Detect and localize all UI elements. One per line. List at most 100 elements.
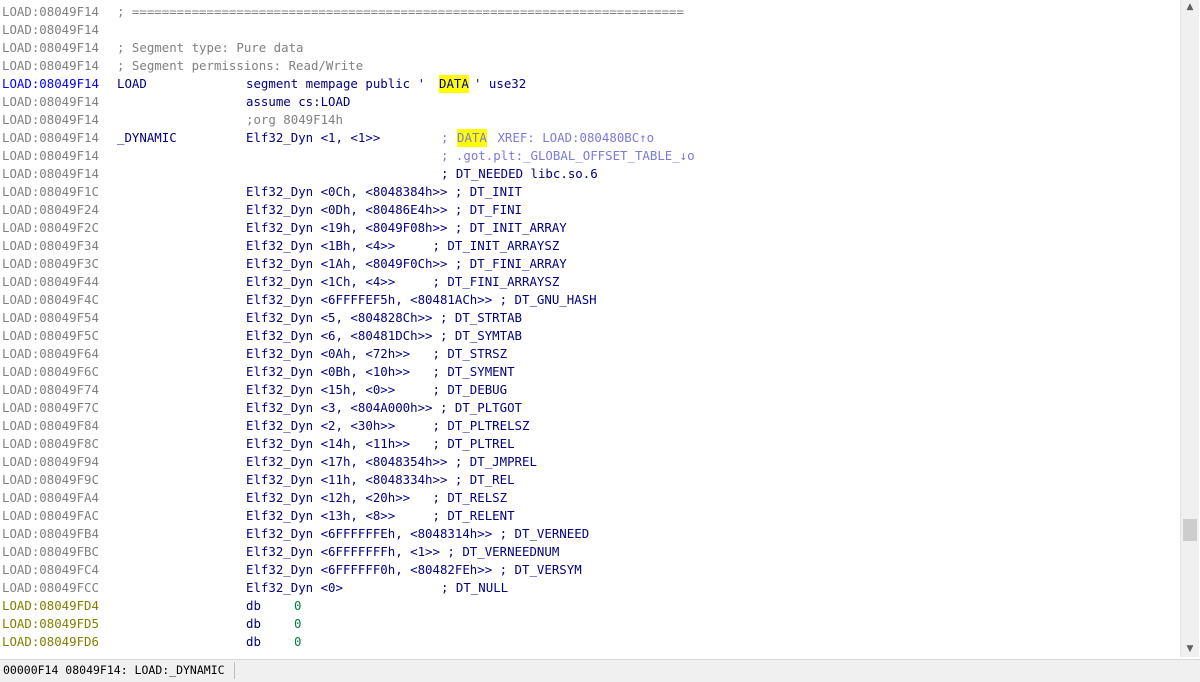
line-address[interactable]: LOAD:08049FD4: [2, 597, 99, 615]
line-token[interactable]: Elf32_Dyn <2, <30h>> ; DT_PLTRELSZ: [246, 417, 529, 435]
line-address[interactable]: LOAD:08049FCC: [2, 579, 99, 597]
line-address[interactable]: LOAD:08049F1C: [2, 183, 99, 201]
line-token[interactable]: Elf32_Dyn <3, <804A000h>> ; DT_PLTGOT: [246, 399, 522, 417]
line-address[interactable]: LOAD:08049FA4: [2, 489, 99, 507]
line-address[interactable]: LOAD:08049F14: [2, 93, 99, 111]
line-token[interactable]: _DYNAMIC: [117, 129, 177, 147]
line-token[interactable]: 0: [294, 633, 301, 651]
listing-line[interactable]: LOAD:08049F5C Elf32_Dyn <6, <80481DCh>> ;…: [1, 327, 1177, 345]
line-token[interactable]: Elf32_Dyn <14h, <11h>> ; DT_PLTREL: [246, 435, 515, 453]
line-token[interactable]: Elf32_Dyn <1, <1>>: [246, 129, 380, 147]
line-token[interactable]: 0: [294, 615, 301, 633]
listing-line[interactable]: LOAD:08049F14: [1, 21, 1177, 39]
scroll-down-icon[interactable]: ▼: [1181, 642, 1199, 656]
line-token[interactable]: Elf32_Dyn <19h, <8049F08h>> ; DT_INIT_AR…: [246, 219, 567, 237]
line-address[interactable]: LOAD:08049FD5: [2, 615, 99, 633]
line-address[interactable]: LOAD:08049FAC: [2, 507, 99, 525]
listing-line[interactable]: LOAD:08049FD6 db 0: [1, 633, 1177, 651]
line-token[interactable]: Elf32_Dyn <6FFFFFFEh, <8048314h>> ; DT_V…: [246, 525, 589, 543]
line-address[interactable]: LOAD:08049F24: [2, 201, 99, 219]
line-address[interactable]: LOAD:08049F84: [2, 417, 99, 435]
line-address[interactable]: LOAD:08049F14: [2, 111, 99, 129]
line-address[interactable]: LOAD:08049F14: [2, 147, 99, 165]
line-address[interactable]: LOAD:08049F34: [2, 237, 99, 255]
listing-line[interactable]: LOAD:08049F34 Elf32_Dyn <1Bh, <4>> ; DT_I…: [1, 237, 1177, 255]
listing-line[interactable]: LOAD:08049F2C Elf32_Dyn <19h, <8049F08h>>…: [1, 219, 1177, 237]
scrollbar-thumb[interactable]: [1183, 519, 1197, 541]
line-address[interactable]: LOAD:08049F14: [2, 39, 99, 57]
listing-line[interactable]: LOAD:08049F84 Elf32_Dyn <2, <30h>> ; DT_P…: [1, 417, 1177, 435]
line-token[interactable]: segment mempage public ': [246, 75, 425, 93]
scroll-up-icon[interactable]: ▲: [1181, 0, 1199, 14]
line-token[interactable]: ' use32: [474, 75, 526, 93]
listing-line[interactable]: LOAD:08049FD4 db 0: [1, 597, 1177, 615]
line-token[interactable]: Elf32_Dyn <15h, <0>> ; DT_DEBUG: [246, 381, 507, 399]
line-address[interactable]: LOAD:08049F54: [2, 309, 99, 327]
line-address[interactable]: LOAD:08049F4C: [2, 291, 99, 309]
listing-line[interactable]: LOAD:08049FB4 Elf32_Dyn <6FFFFFFEh, <8048…: [1, 525, 1177, 543]
line-address[interactable]: LOAD:08049F7C: [2, 399, 99, 417]
line-token[interactable]: Elf32_Dyn <0>: [246, 579, 343, 597]
listing-line[interactable]: LOAD:08049F4C Elf32_Dyn <6FFFFEF5h, <8048…: [1, 291, 1177, 309]
line-token[interactable]: Elf32_Dyn <0Dh, <80486E4h>> ; DT_FINI: [246, 201, 522, 219]
line-token[interactable]: Elf32_Dyn <6FFFFEF5h, <80481ACh>> ; DT_G…: [246, 291, 597, 309]
listing-line[interactable]: LOAD:08049F74 Elf32_Dyn <15h, <0>> ; DT_D…: [1, 381, 1177, 399]
listing-line[interactable]: LOAD:08049F94 Elf32_Dyn <17h, <8048354h>>…: [1, 453, 1177, 471]
line-token[interactable]: ; Segment permissions: Read/Write: [117, 57, 363, 75]
line-token[interactable]: Elf32_Dyn <1Ah, <8049F0Ch>> ; DT_FINI_AR…: [246, 255, 567, 273]
line-address[interactable]: LOAD:08049F6C: [2, 363, 99, 381]
line-token[interactable]: ; Segment type: Pure data: [117, 39, 304, 57]
line-address[interactable]: LOAD:08049F14: [2, 3, 99, 21]
line-address[interactable]: LOAD:08049F14: [2, 57, 99, 75]
line-token[interactable]: db: [246, 597, 261, 615]
line-token[interactable]: db: [246, 615, 261, 633]
line-address[interactable]: LOAD:08049F74: [2, 381, 99, 399]
line-token[interactable]: assume cs:LOAD: [246, 93, 350, 111]
line-token[interactable]: Elf32_Dyn <12h, <20h>> ; DT_RELSZ: [246, 489, 507, 507]
line-token[interactable]: DATA: [457, 129, 487, 147]
line-token[interactable]: Elf32_Dyn <11h, <8048334h>> ; DT_REL: [246, 471, 515, 489]
line-address[interactable]: LOAD:08049F5C: [2, 327, 99, 345]
line-address[interactable]: LOAD:08049F44: [2, 273, 99, 291]
listing-line[interactable]: LOAD:08049FCC Elf32_Dyn <0> ; DT_NULL: [1, 579, 1177, 597]
listing-line[interactable]: LOAD:08049F1C Elf32_Dyn <0Ch, <8048384h>>…: [1, 183, 1177, 201]
listing-line[interactable]: LOAD:08049F44 Elf32_Dyn <1Ch, <4>> ; DT_F…: [1, 273, 1177, 291]
listing-line[interactable]: LOAD:08049FD5 db 0: [1, 615, 1177, 633]
listing-line[interactable]: LOAD:08049F14 ;org 8049F14h: [1, 111, 1177, 129]
line-token[interactable]: Elf32_Dyn <1Ch, <4>> ; DT_FINI_ARRAYSZ: [246, 273, 559, 291]
line-address[interactable]: LOAD:08049F64: [2, 345, 99, 363]
line-token[interactable]: ; DT_NULL: [441, 579, 508, 597]
line-address[interactable]: LOAD:08049FC4: [2, 561, 99, 579]
resize-grip-icon[interactable]: [1186, 668, 1198, 680]
line-address[interactable]: LOAD:08049F8C: [2, 435, 99, 453]
line-token[interactable]: Elf32_Dyn <0Ch, <8048384h>> ; DT_INIT: [246, 183, 522, 201]
listing-line[interactable]: LOAD:08049F64 Elf32_Dyn <0Ah, <72h>> ; DT…: [1, 345, 1177, 363]
line-token[interactable]: Elf32_Dyn <17h, <8048354h>> ; DT_JMPREL: [246, 453, 537, 471]
listing-line[interactable]: LOAD:08049FA4 Elf32_Dyn <12h, <20h>> ; DT…: [1, 489, 1177, 507]
listing-line[interactable]: LOAD:08049F7C Elf32_Dyn <3, <804A000h>> ;…: [1, 399, 1177, 417]
line-token[interactable]: Elf32_Dyn <1Bh, <4>> ; DT_INIT_ARRAYSZ: [246, 237, 559, 255]
line-token[interactable]: ; ======================================…: [117, 3, 684, 21]
line-address[interactable]: LOAD:08049F2C: [2, 219, 99, 237]
line-token[interactable]: DATA: [439, 75, 469, 93]
line-address[interactable]: LOAD:08049FB4: [2, 525, 99, 543]
line-token[interactable]: db: [246, 633, 261, 651]
line-address[interactable]: LOAD:08049F3C: [2, 255, 99, 273]
listing-line[interactable]: LOAD:08049F9C Elf32_Dyn <11h, <8048334h>>…: [1, 471, 1177, 489]
listing-line[interactable]: LOAD:08049F14 ; .got.plt:_GLOBAL_OFFSET_T…: [1, 147, 1177, 165]
line-address[interactable]: LOAD:08049F9C: [2, 471, 99, 489]
line-token[interactable]: XREF: LOAD:080480BC↑o: [490, 129, 654, 147]
listing-line[interactable]: LOAD:08049F14 LOAD segment mempage public …: [1, 75, 1177, 93]
listing-line[interactable]: LOAD:08049F8C Elf32_Dyn <14h, <11h>> ; DT…: [1, 435, 1177, 453]
listing-line[interactable]: LOAD:08049F3C Elf32_Dyn <1Ah, <8049F0Ch>>…: [1, 255, 1177, 273]
listing-line[interactable]: LOAD:08049F24 Elf32_Dyn <0Dh, <80486E4h>>…: [1, 201, 1177, 219]
line-token[interactable]: Elf32_Dyn <13h, <8>> ; DT_RELENT: [246, 507, 515, 525]
line-token[interactable]: Elf32_Dyn <6FFFFFFFh, <1>> ; DT_VERNEEDN…: [246, 543, 559, 561]
line-address[interactable]: LOAD:08049FBC: [2, 543, 99, 561]
line-token[interactable]: ;org 8049F14h: [246, 111, 343, 129]
listing-line[interactable]: LOAD:08049F54 Elf32_Dyn <5, <804828Ch>> ;…: [1, 309, 1177, 327]
line-address[interactable]: LOAD:08049F14: [2, 21, 99, 39]
listing-line[interactable]: LOAD:08049F14 ; =========================…: [1, 3, 1177, 21]
line-token[interactable]: LOAD: [117, 75, 147, 93]
line-token[interactable]: Elf32_Dyn <0Bh, <10h>> ; DT_SYMENT: [246, 363, 515, 381]
